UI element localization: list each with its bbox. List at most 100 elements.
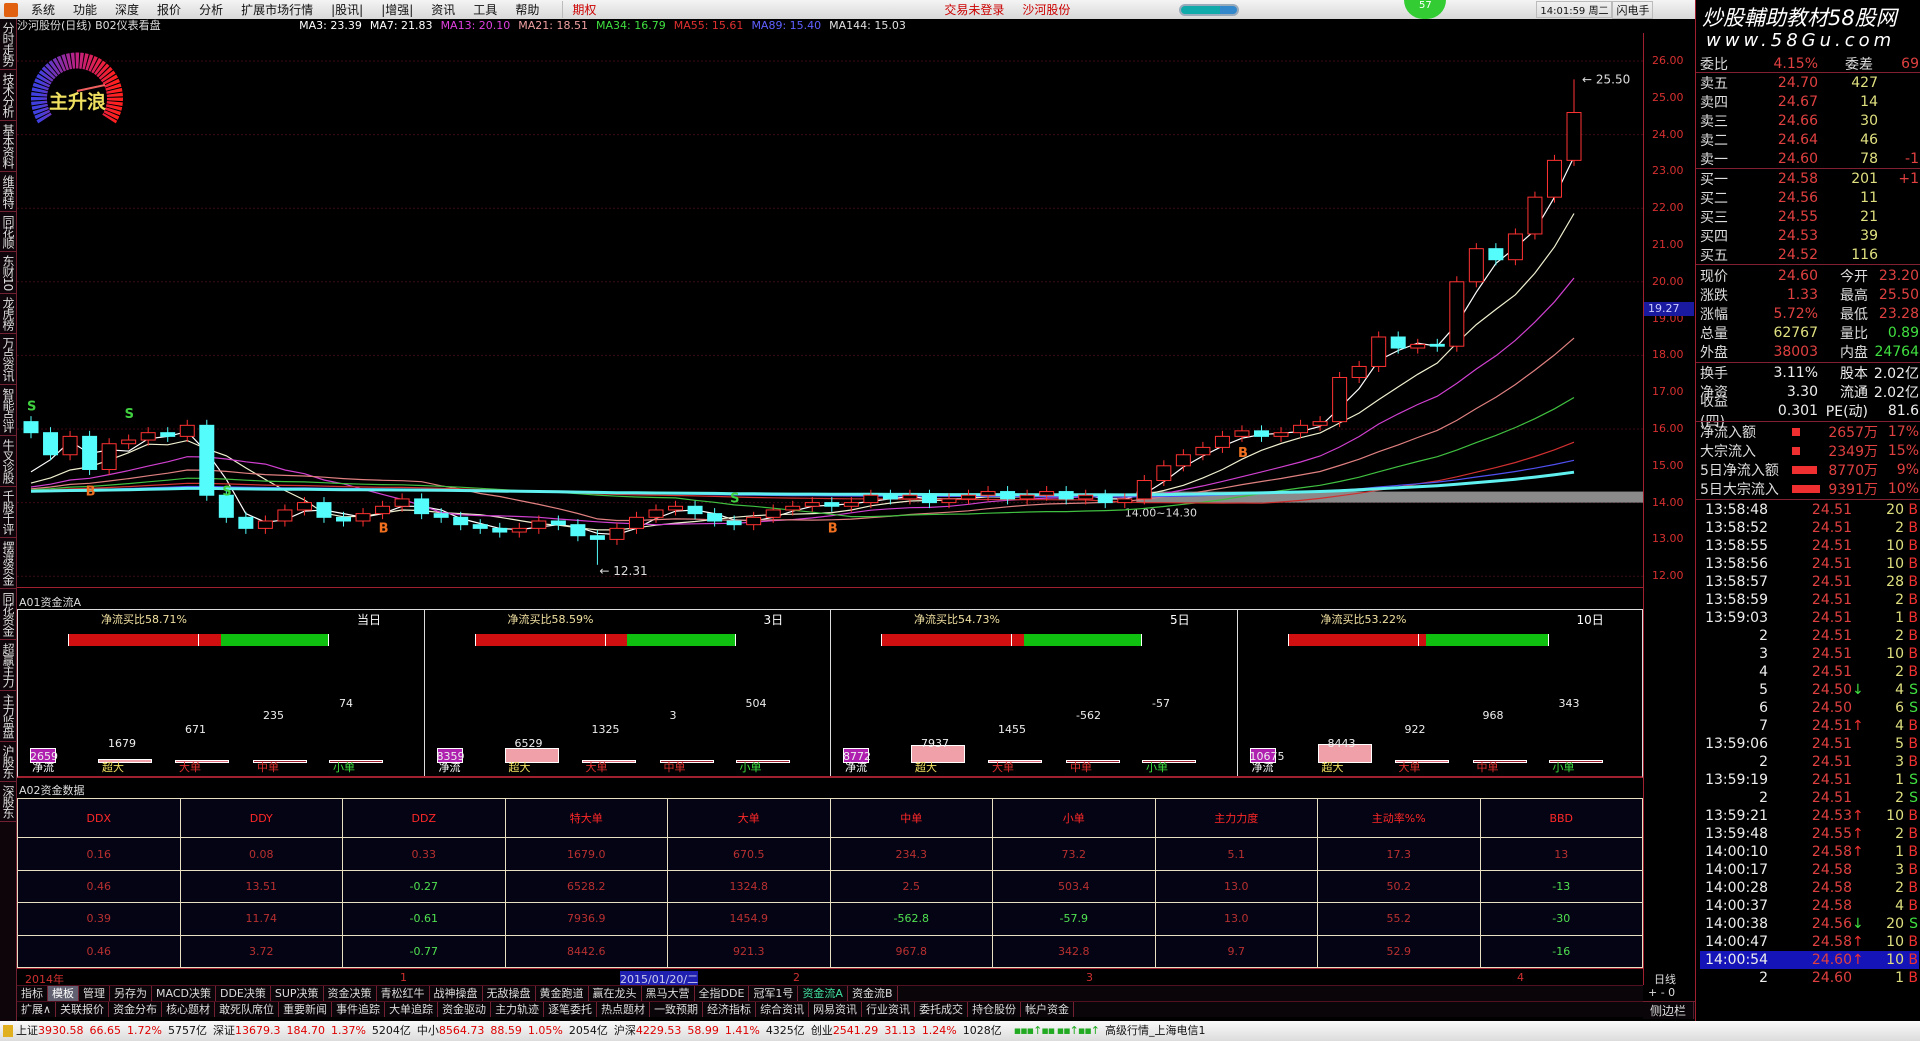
kline-chart[interactable]: 14.00~14.30 ← 25.50 ← 12.31 S S B B S S B B 主升浪 (17, 33, 1643, 588)
left-tab[interactable]: 东财10 (0, 252, 17, 295)
trade-tick[interactable]: 14:00:10 24.58 ↑ 1 B (1700, 843, 1919, 861)
left-tab[interactable]: 摆渡资金 (0, 538, 17, 590)
stock-link[interactable]: 沙河股份 (1013, 1, 1079, 18)
left-tab[interactable]: 分时走势 (0, 19, 17, 70)
toolbar-button[interactable]: 资金流A (798, 986, 848, 1001)
toolbar-button[interactable]: 一致预期 (650, 1002, 704, 1017)
toolbar-button[interactable]: 帐户资金 (1021, 1002, 1075, 1017)
trade-tick[interactable]: 13:59:06 24.51 5 B (1700, 735, 1919, 753)
menu-item[interactable]: 系统 (22, 1, 64, 18)
left-tab[interactable]: 主力监盘 (0, 691, 17, 743)
toolbar-button[interactable]: 经济指标 (703, 1002, 757, 1017)
toolbar-button[interactable]: 持仓股份 (968, 1002, 1022, 1017)
toolbar-button[interactable]: 行业资讯 (862, 1002, 916, 1017)
trade-tick[interactable]: 13:59:21 24.53 ↑ 10 B (1700, 807, 1919, 825)
trade-tick[interactable]: 2 24.51 2 S (1700, 789, 1919, 807)
index-name[interactable]: 创业 (811, 1021, 833, 1041)
index-name[interactable]: 深证 (213, 1021, 235, 1041)
toolbar-button[interactable]: 冠军1号 (749, 986, 799, 1001)
left-tab[interactable]: 万点资讯 (0, 334, 17, 386)
index-name[interactable]: 上证 (16, 1021, 38, 1041)
index-name[interactable]: 中小 (417, 1021, 439, 1041)
trade-tick[interactable]: 13:58:59 24.51 2 B (1700, 591, 1919, 609)
menu-option[interactable]: 期权 (562, 1, 605, 18)
toolbar-button[interactable]: 资金驱动 (438, 1002, 492, 1017)
trade-tick[interactable]: 6 24.50 6 S (1700, 699, 1919, 717)
menu-item[interactable]: |增强| (372, 1, 422, 18)
toolbar-button[interactable]: 热点题材 (597, 1002, 651, 1017)
toolbar-button[interactable]: 核心题材 (162, 1002, 216, 1017)
trade-tick[interactable]: 13:58:57 24.51 28 B (1700, 573, 1919, 591)
menu-item[interactable]: 功能 (64, 1, 106, 18)
toolbar-button[interactable]: 大单追踪 (385, 1002, 439, 1017)
trade-tick[interactable]: 13:59:03 24.51 1 B (1700, 609, 1919, 627)
left-tab[interactable]: 超赢主力 (0, 640, 17, 692)
time-axis[interactable]: 2014年 1 2015/01/20/二 2 3 4 (17, 968, 1643, 987)
trade-tick[interactable]: 14:00:47 24.58 ↑ 10 B (1700, 933, 1919, 951)
trade-tick[interactable]: 14:00:38 24.56 ↓ 20 S (1700, 915, 1919, 933)
left-tab[interactable]: 沪股东 (0, 742, 17, 783)
menu-item[interactable]: 分析 (190, 1, 232, 18)
trade-tick[interactable]: 7 24.51 ↑ 4 B (1700, 717, 1919, 735)
toolbar-button[interactable]: 扩展∧ (17, 1002, 57, 1017)
server-status[interactable]: 高级行情_上海电信1 (1105, 1021, 1206, 1041)
trade-tick[interactable]: 4 24.51 2 B (1700, 663, 1919, 681)
side-tab[interactable]: 侧边栏 (1643, 1002, 1695, 1019)
flash-trade-button[interactable]: 闪电手 (1612, 0, 1654, 19)
menu-item[interactable]: |股讯| (322, 1, 372, 18)
toolbar-button[interactable]: 委托成交 (915, 1002, 969, 1017)
toolbar-button[interactable]: 指标 (17, 986, 48, 1001)
trade-tick[interactable]: 2 24.60 1 B (1700, 969, 1919, 987)
left-tab[interactable]: 千股千评 (0, 487, 17, 539)
trade-tick[interactable]: 5 24.50 ↓ 4 S (1700, 681, 1919, 699)
toolbar-button[interactable]: MACD决策 (152, 986, 216, 1001)
toolbar-button[interactable]: 无敌操盘 (483, 986, 536, 1001)
menu-item[interactable]: 扩展市场行情 (232, 1, 322, 18)
left-tab[interactable]: 牛叉诊股 (0, 436, 17, 488)
toolbar-button[interactable]: 资金分布 (109, 1002, 163, 1017)
toolbar-button[interactable]: 战神操盘 (430, 986, 483, 1001)
left-tab[interactable]: 基本资料 (0, 121, 17, 172)
trade-tick[interactable]: 13:59:48 24.55 ↑ 2 B (1700, 825, 1919, 843)
toolbar-button[interactable]: 赢在龙头 (589, 986, 642, 1001)
trade-tick[interactable]: 13:58:55 24.51 10 B (1700, 537, 1919, 555)
toolbar-button[interactable]: 关联报价 (56, 1002, 110, 1017)
trade-tick[interactable]: 13:58:56 24.51 10 B (1700, 555, 1919, 573)
zoom-controls[interactable]: + - 0 (1648, 986, 1675, 999)
menu-item[interactable]: 帮助 (506, 1, 548, 18)
left-tab[interactable]: 龙虎榜 (0, 294, 17, 335)
trade-tick[interactable]: 14:00:28 24.58 2 B (1700, 879, 1919, 897)
toolbar-button[interactable]: 青松红牛 (377, 986, 430, 1001)
left-tab[interactable]: 同花顺 (0, 212, 17, 252)
left-tab[interactable]: 深股东 (0, 782, 17, 823)
trade-tick[interactable]: 2 24.51 2 B (1700, 627, 1919, 645)
toolbar-button[interactable]: 主力轨迹 (491, 1002, 545, 1017)
trade-tick[interactable]: 13:58:48 24.51 20 B (1700, 501, 1919, 519)
trade-tick[interactable]: 14:00:54 24.60 ↑ 10 B (1700, 951, 1919, 969)
trade-tick[interactable]: 14:00:17 24.58 3 B (1700, 861, 1919, 879)
toolbar-button[interactable]: 模板 (48, 986, 79, 1001)
toolbar-button[interactable]: 事件追踪 (332, 1002, 386, 1017)
toolbar-button[interactable]: 黄金跑道 (536, 986, 589, 1001)
toolbar-button[interactable]: 资金决策 (324, 986, 377, 1001)
menu-item[interactable]: 报价 (148, 1, 190, 18)
trade-tick[interactable]: 13:58:52 24.51 2 B (1700, 519, 1919, 537)
toolbar-button[interactable]: 网易资讯 (809, 1002, 863, 1017)
toolbar-button[interactable]: 综合资讯 (756, 1002, 810, 1017)
index-name[interactable]: 沪深 (614, 1021, 636, 1041)
score-badge[interactable]: 57 (1404, 0, 1447, 19)
left-tab[interactable]: 智能点评 (0, 385, 17, 437)
left-tab[interactable]: 技术分析 (0, 70, 17, 121)
toolbar-button[interactable]: 资金流B (848, 986, 898, 1001)
left-tab[interactable]: 维赛特 (0, 172, 17, 212)
toolbar-button[interactable]: 黑马大营 (642, 986, 695, 1001)
menu-item[interactable]: 深度 (106, 1, 148, 18)
toolbar-button[interactable]: 逐笔委托 (544, 1002, 598, 1017)
toolbar-button[interactable]: 重要新闻 (279, 1002, 333, 1017)
menu-item[interactable]: 资讯 (422, 1, 464, 18)
trade-status[interactable]: 交易未登录 (935, 1, 1013, 18)
toolbar-button[interactable]: 管理 (79, 986, 110, 1001)
trade-tick[interactable]: 13:59:19 24.51 1 S (1700, 771, 1919, 789)
toolbar-button[interactable]: DDE决策 (216, 986, 271, 1001)
left-tab[interactable]: 同花资金 (0, 589, 17, 641)
